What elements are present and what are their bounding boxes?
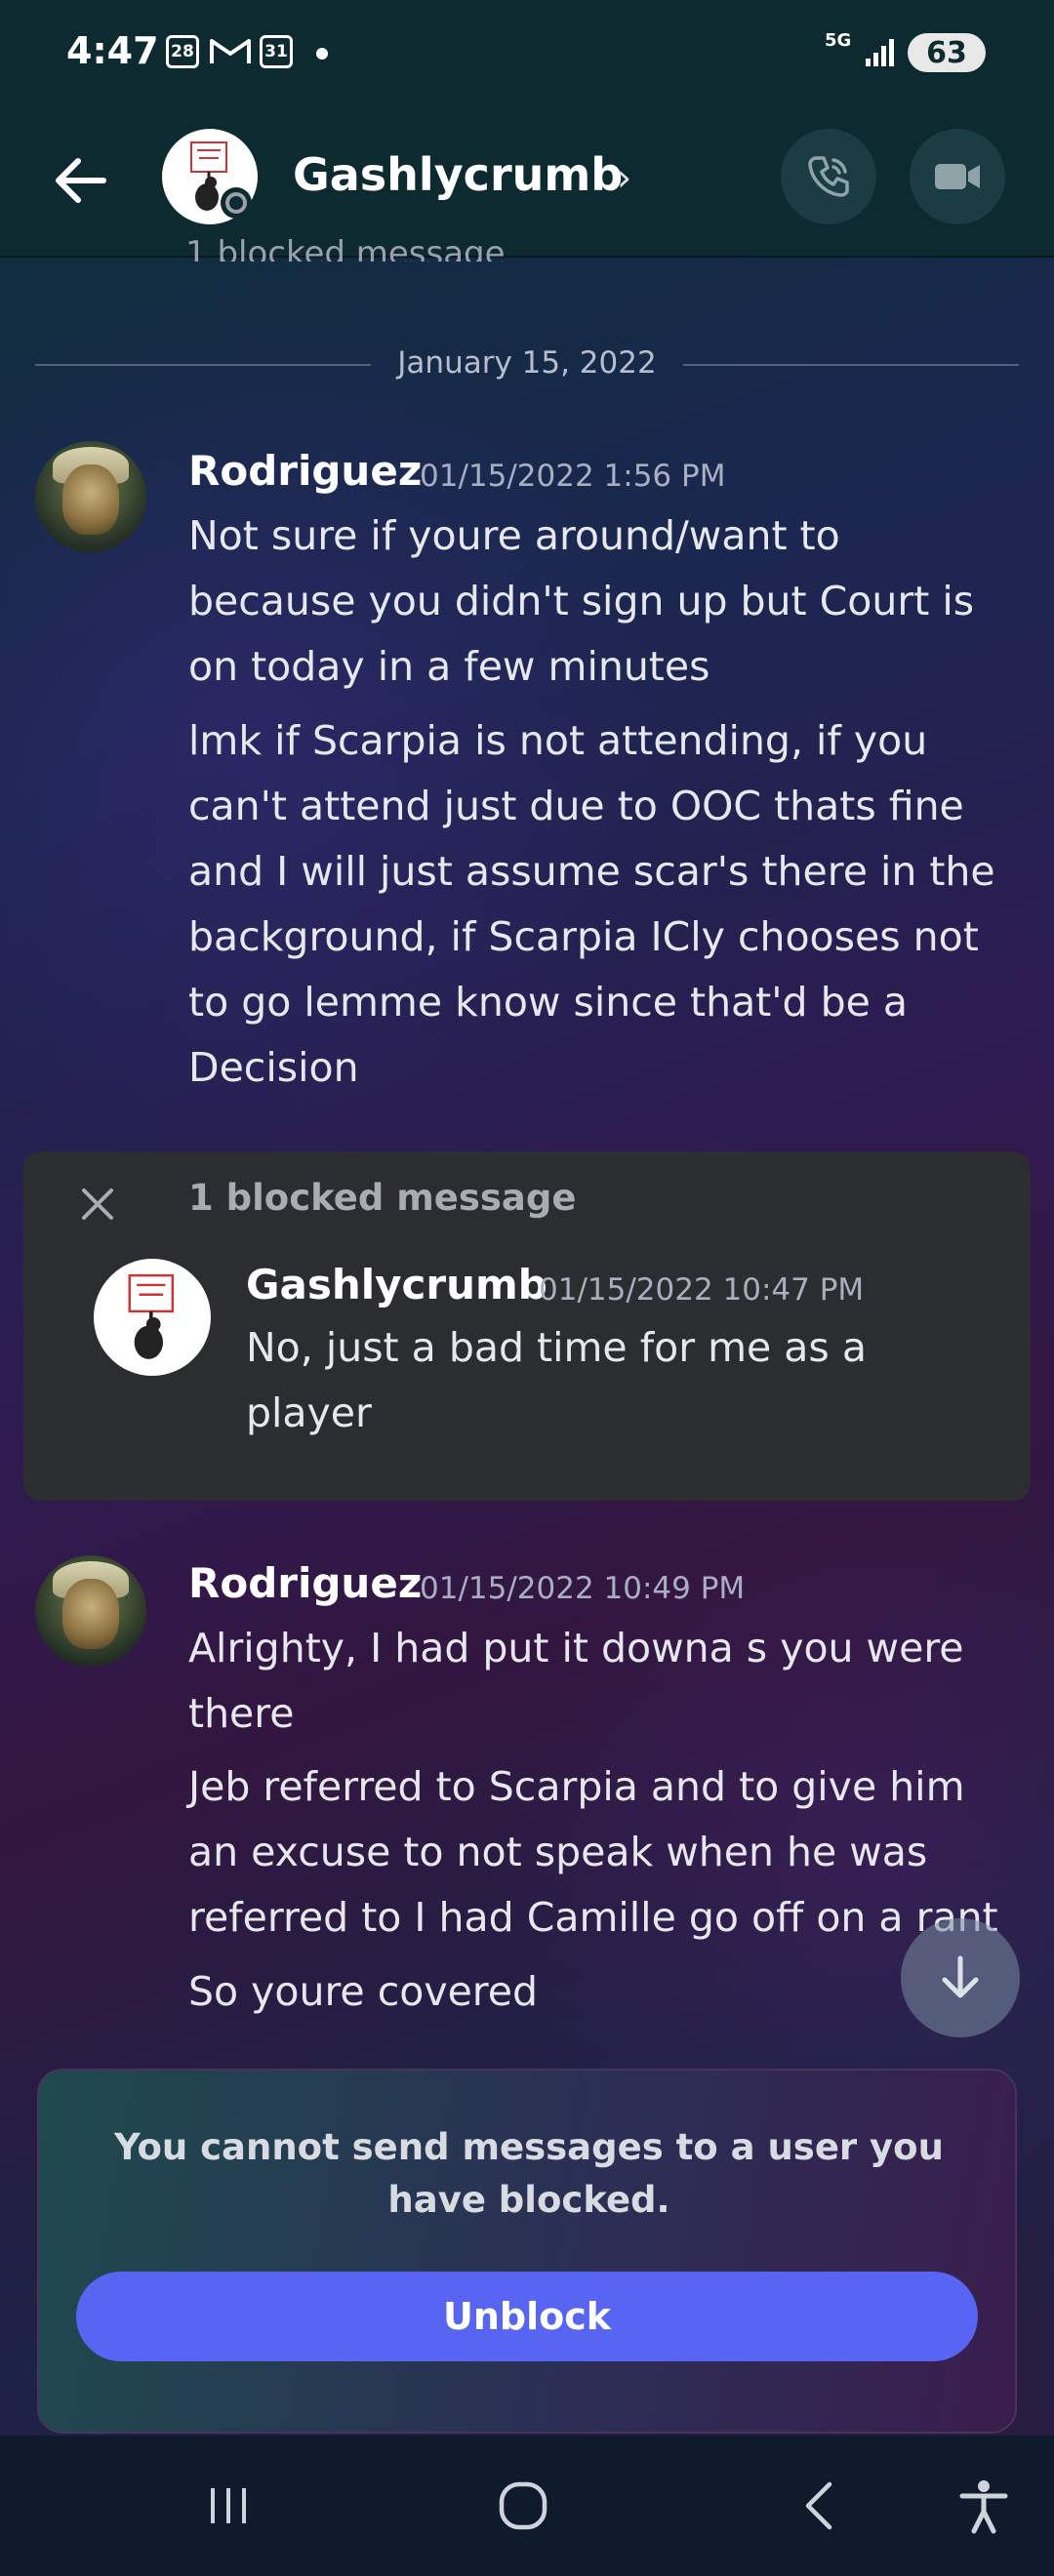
notification-dot	[316, 48, 328, 60]
message-timestamp: 01/15/2022 10:47 PM	[539, 1272, 865, 1308]
arrow-left-icon[interactable]	[47, 146, 115, 215]
message-text[interactable]: Jeb referred to Scarpia and to give him …	[188, 1754, 1018, 1951]
video-call-button[interactable]	[910, 129, 1005, 224]
rat-sign-image	[128, 1273, 175, 1359]
message-author[interactable]: Rodriguez	[188, 1559, 422, 1607]
status-indicator	[221, 187, 252, 219]
message-author[interactable]: Rodriguez	[188, 447, 422, 495]
message-text[interactable]: No, just a bad time for me as a player	[246, 1315, 910, 1446]
home-icon[interactable]	[492, 2475, 554, 2537]
arrow-down-icon	[942, 1955, 979, 1998]
chevron-right-icon[interactable]: ›	[617, 156, 631, 199]
video-camera-icon	[935, 164, 980, 189]
blocked-message-ghost: 1 blocked message	[185, 234, 506, 262]
message-text[interactable]: lmk if Scarpia is not attending, if you …	[188, 708, 1008, 1101]
divider	[35, 364, 371, 366]
blocked-message-group[interactable]: 1 blocked message Gashlycrumb 01/15/2022…	[23, 1151, 1031, 1501]
network-type: 5G	[825, 30, 852, 51]
blocked-notice: You cannot send messages to a user you h…	[37, 2069, 1017, 2434]
chat-header: Gashlycrumb ›	[0, 109, 1054, 258]
blocked-label[interactable]: 1 blocked message	[188, 1177, 576, 1219]
clock: 4:47	[66, 29, 159, 72]
calendar-icon: 28	[166, 35, 199, 68]
divider	[683, 364, 1019, 366]
avatar[interactable]	[94, 1259, 211, 1376]
recents-icon[interactable]	[197, 2475, 260, 2537]
call-button[interactable]	[781, 129, 876, 224]
page-title[interactable]: Gashlycrumb	[293, 148, 623, 201]
signal-icon	[866, 39, 894, 66]
date-divider: January 15, 2022	[397, 345, 657, 381]
avatar[interactable]	[35, 1555, 146, 1667]
message-text[interactable]: Not sure if youre around/want to because…	[188, 503, 998, 700]
system-nav-bar	[0, 2435, 1054, 2576]
gmail-icon	[210, 39, 251, 63]
close-icon[interactable]	[78, 1185, 117, 1224]
battery-indicator: 63	[908, 33, 986, 72]
message-timestamp: 01/15/2022 10:49 PM	[420, 1571, 746, 1606]
phone-icon	[808, 156, 849, 197]
status-bar: 4:47 28 31 5G 63	[0, 0, 1054, 109]
scroll-down-button[interactable]	[901, 1918, 1020, 2037]
message-text[interactable]: Alrighty, I had put it downa s you were …	[188, 1616, 989, 1747]
message-author[interactable]: Gashlycrumb	[246, 1261, 547, 1308]
calendar-31-icon: 31	[260, 35, 293, 68]
unblock-button[interactable]: Unblock	[76, 2272, 978, 2361]
message-text[interactable]: So youre covered	[188, 1959, 1018, 2025]
back-nav-icon[interactable]	[789, 2475, 851, 2537]
accessibility-icon[interactable]	[953, 2475, 1015, 2537]
notice-text: You cannot send messages to a user you h…	[114, 2126, 944, 2221]
avatar[interactable]	[35, 441, 146, 552]
message-timestamp: 01/15/2022 1:56 PM	[420, 459, 726, 494]
